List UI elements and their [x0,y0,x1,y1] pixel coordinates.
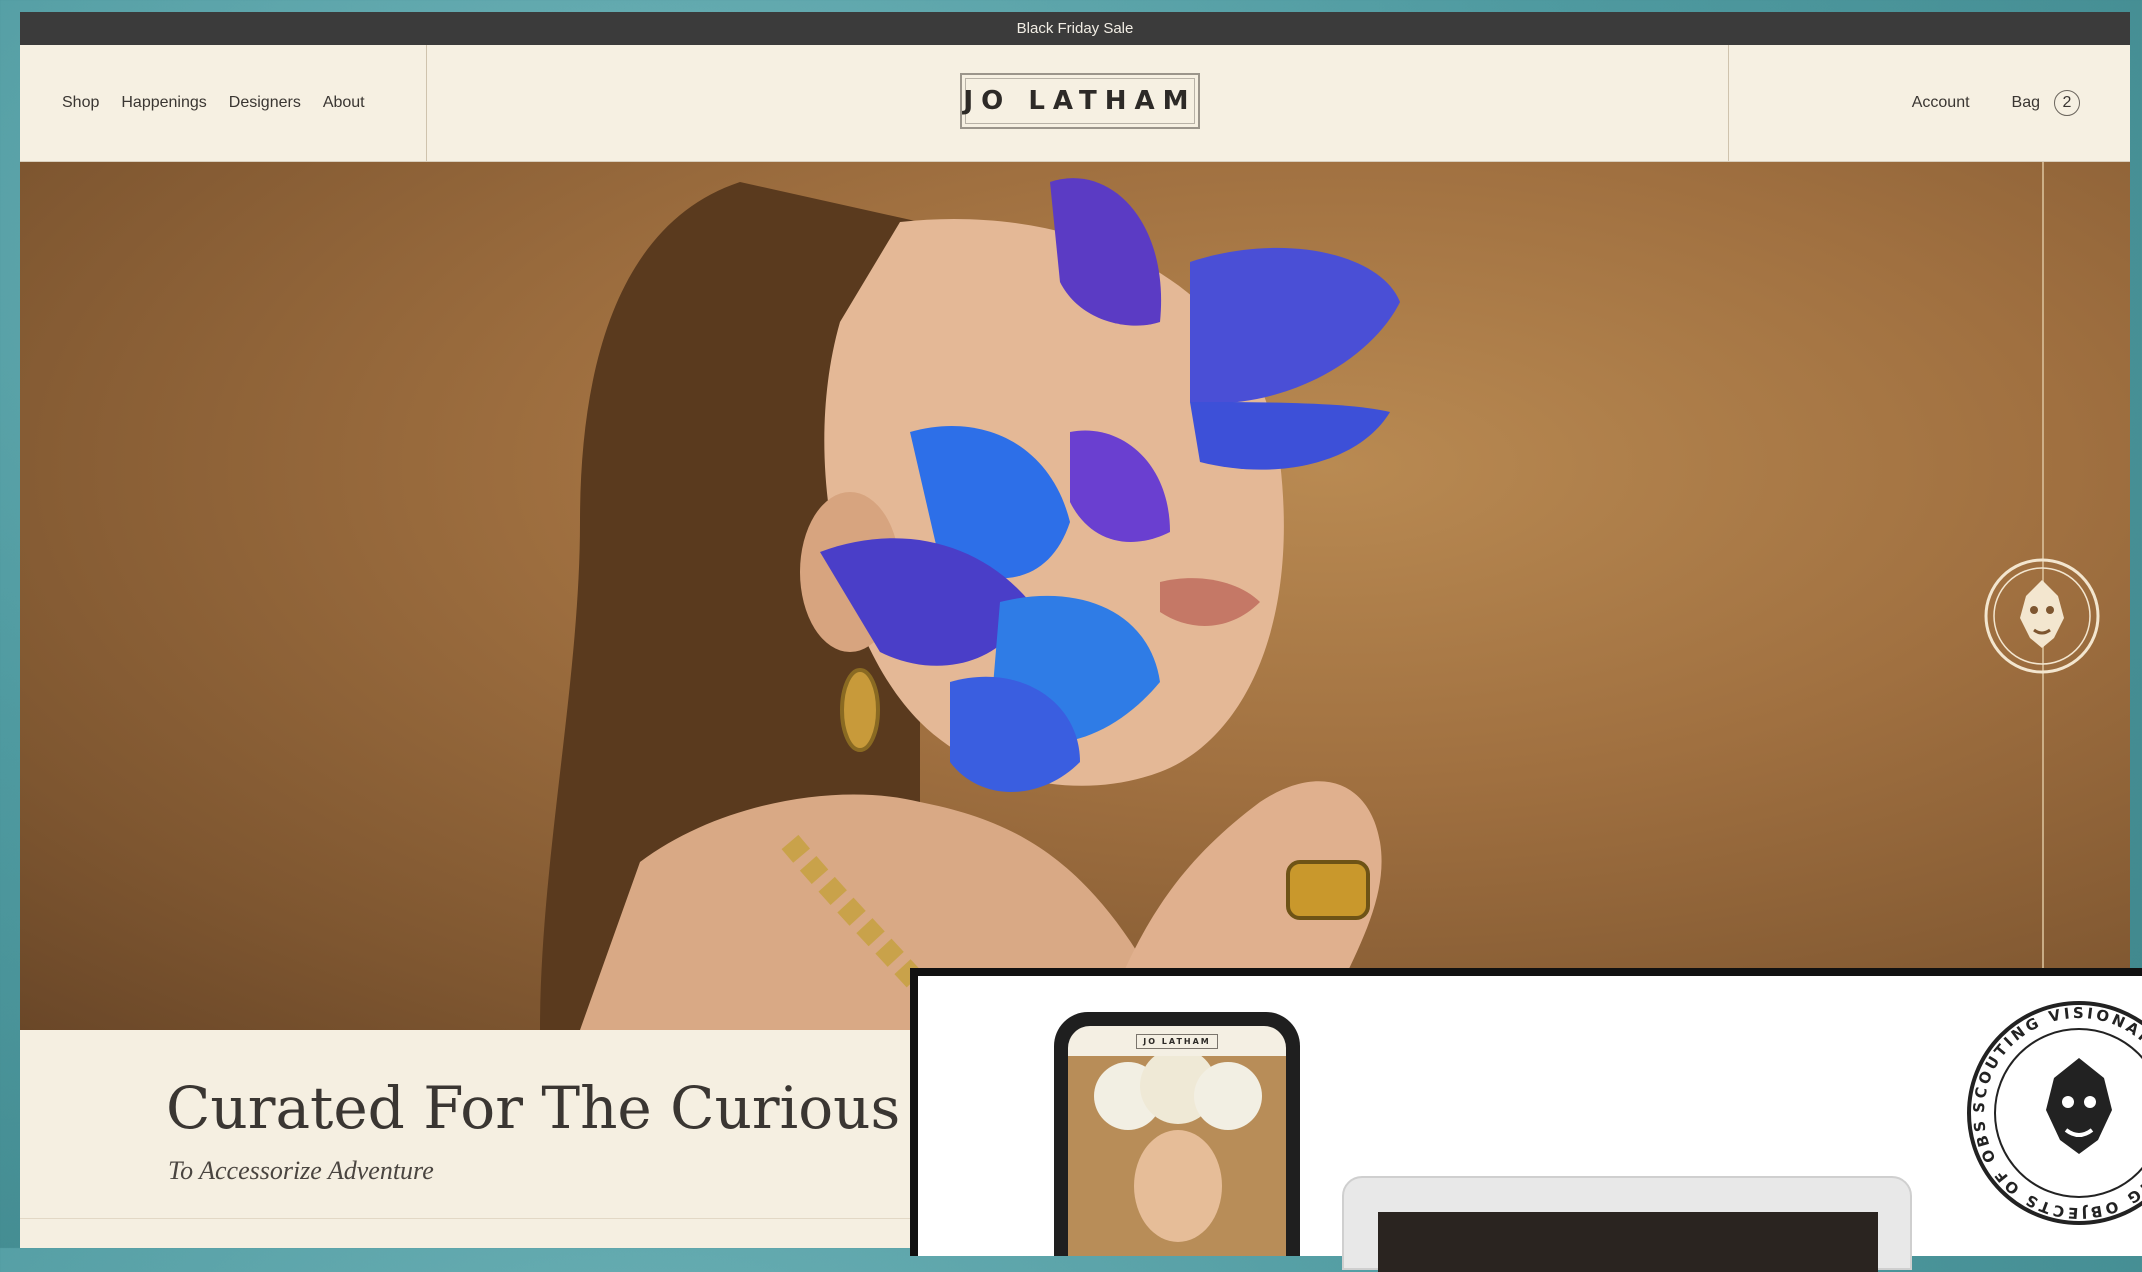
phone-hero-illustration [1068,1048,1286,1256]
bag-count-badge: 2 [2054,90,2080,116]
seal-logo-icon: SCOUTING VISIONARIES • CURATING OBJECTS … [1964,998,2142,1225]
phone-header: JO LATHAM [1068,1026,1286,1056]
account-link[interactable]: Account [1912,94,1970,112]
nav-designers[interactable]: Designers [229,94,301,112]
header-divider-right [1728,45,1729,161]
lion-crest-icon[interactable] [1982,556,2102,676]
utility-nav: Account Bag 2 [1912,45,2080,161]
bag-label: Bag [2011,94,2040,111]
site-logo[interactable]: JO LATHAM [960,73,1200,129]
hero-image [20,162,2130,1030]
laptop-mockup [1342,1176,1912,1272]
bag-link[interactable]: Bag 2 [2012,90,2080,116]
phone-screen: JO LATHAM [1068,1026,1286,1256]
laptop-screen [1378,1212,1878,1272]
primary-nav: Shop Happenings Designers About [62,45,365,161]
ring-shape [1286,860,1370,920]
device-mockup-panel: JO LATHAM SCOUTING VISIONARIES • CURATIN… [910,968,2142,1272]
nav-shop[interactable]: Shop [62,94,99,112]
hero-heading: Curated For The Curious [166,1074,901,1142]
site-header: Shop Happenings Designers About JO LATHA… [20,45,2130,162]
promo-banner[interactable]: Black Friday Sale [20,12,2130,45]
hero-subheading: To Accessorize Adventure [168,1156,434,1185]
phone-mockup: JO LATHAM [1054,1012,1300,1256]
header-divider-left [426,45,427,161]
hero-photo-illustration [540,178,1400,1030]
nav-happenings[interactable]: Happenings [121,94,206,112]
phone-logo: JO LATHAM [1136,1033,1218,1049]
nav-about[interactable]: About [323,94,365,112]
earring-shape [840,668,880,752]
